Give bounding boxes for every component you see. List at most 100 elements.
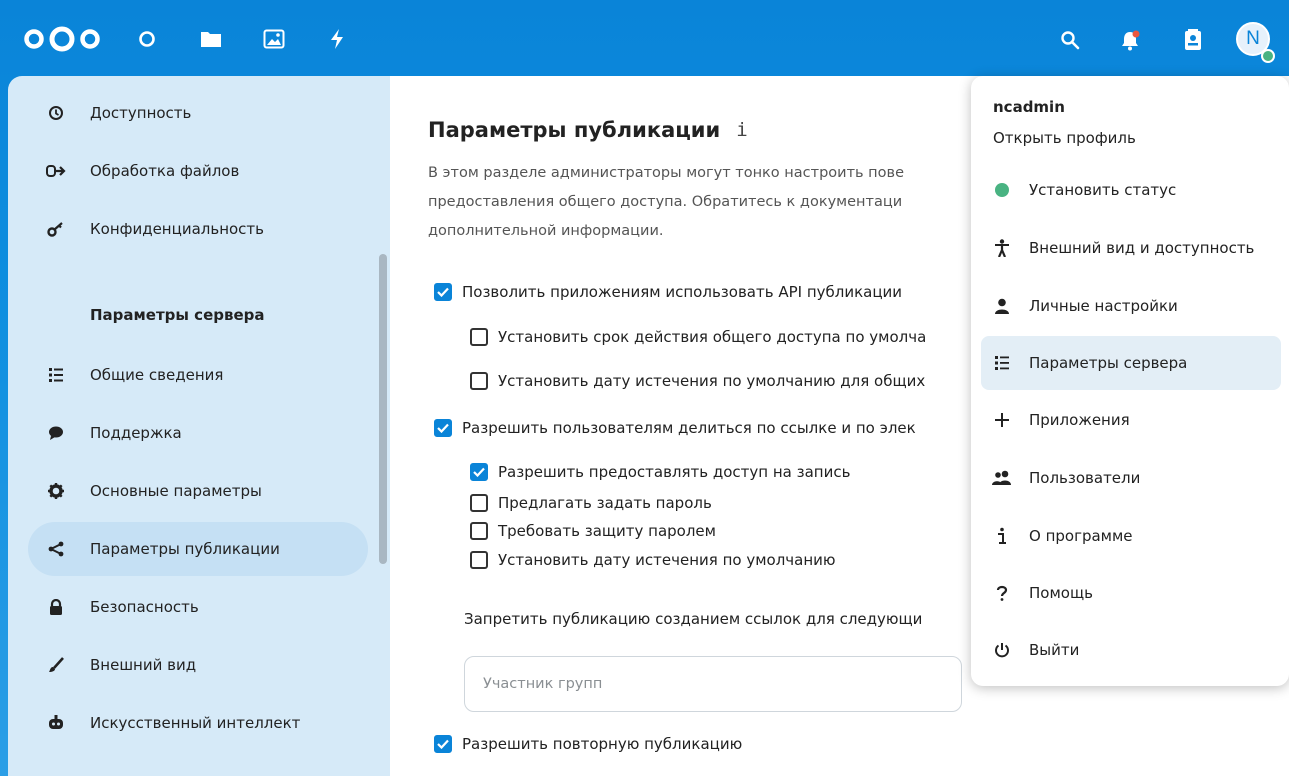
checkbox-unchecked-icon[interactable] [470, 372, 488, 390]
checkbox-default-expiry-remote[interactable]: Установить дату истечения по умолчанию д… [470, 372, 925, 390]
checkbox-checked-icon[interactable] [434, 735, 452, 753]
description-line: дополнительной информации. [428, 223, 664, 239]
sidebar-item-appearance[interactable]: Внешний вид [28, 638, 368, 692]
search-icon[interactable] [1058, 28, 1082, 52]
checkbox-label: Разрешить пользователям делиться по ссыл… [462, 419, 916, 437]
sidebar-item-label: Доступность [90, 104, 192, 122]
checkbox-default-expiry-share[interactable]: Установить срок действия общего доступа … [470, 328, 926, 346]
user-status-dot [1261, 49, 1275, 63]
checkbox-label: Разрешить предоставлять доступ на запись [498, 463, 851, 481]
sidebar-item-label: Безопасность [90, 598, 199, 616]
checkbox-label: Требовать защиту паролем [498, 522, 716, 540]
menu-item-logout[interactable]: Выйти [981, 623, 1281, 677]
accessibility-icon [987, 236, 1017, 260]
lock-icon [34, 595, 78, 619]
checkbox-unchecked-icon[interactable] [470, 328, 488, 346]
info-icon [987, 524, 1017, 548]
checkbox-allow-resharing[interactable]: Разрешить повторную публикацию [434, 735, 742, 753]
sidebar-item-accessibility[interactable]: Доступность [28, 86, 368, 140]
avatar-letter: N [1246, 28, 1260, 49]
description-line: В этом разделе администраторы могут тонк… [428, 165, 904, 181]
menu-item-label: Выйти [1029, 641, 1080, 659]
checkbox-allow-upload[interactable]: Разрешить предоставлять доступ на запись [470, 463, 850, 481]
robot-icon [34, 711, 78, 735]
gear-icon [34, 479, 78, 503]
list-icon [987, 351, 1017, 375]
open-profile-link[interactable]: Открыть профиль [993, 129, 1136, 147]
sidebar-item-overview[interactable]: Общие сведения [28, 348, 368, 402]
contacts-icon[interactable] [1181, 28, 1205, 52]
group-input-placeholder: Участник групп [483, 676, 603, 692]
checkbox-allow-links[interactable]: Разрешить пользователям делиться по ссыл… [434, 419, 916, 437]
page-description: В этом разделе администраторы могут тонк… [428, 159, 968, 246]
menu-item-label: Пользователи [1029, 469, 1141, 487]
menu-item-server-settings[interactable]: Параметры сервера [981, 336, 1281, 390]
page-title-text: Параметры публикации [428, 118, 721, 142]
photos-icon[interactable] [263, 28, 285, 50]
checkbox-suggest-password[interactable]: Предлагать задать пароль [470, 494, 712, 512]
sidebar-item-file-processing[interactable]: Обработка файлов [28, 144, 368, 198]
activity-icon[interactable] [326, 28, 348, 50]
menu-item-label: Параметры сервера [1029, 354, 1188, 372]
user-menu: ncadmin Открыть профиль Установить стату… [971, 76, 1289, 686]
sidebar-item-label: Поддержка [90, 424, 182, 442]
sidebar-item-support[interactable]: Поддержка [28, 406, 368, 460]
sidebar-item-label: Обработка файлов [90, 162, 240, 180]
checkbox-label: Установить дату истечения по умолчанию д… [498, 372, 926, 390]
sidebar-item-label: Искусственный интеллект [90, 714, 301, 732]
info-icon[interactable]: i [736, 119, 747, 141]
menu-username: ncadmin [993, 98, 1065, 116]
chat-icon [34, 421, 78, 445]
description-line: предоставления общего доступа. Обратитес… [428, 194, 903, 210]
sidebar-item-security[interactable]: Безопасность [28, 580, 368, 634]
key-icon [34, 217, 78, 241]
sidebar-item-label: Основные параметры [90, 482, 262, 500]
checkbox-allow-api[interactable]: Позволить приложениям использовать API п… [434, 283, 902, 301]
status-dot-icon [987, 178, 1017, 202]
menu-item-about[interactable]: О программе [981, 509, 1281, 563]
nextcloud-logo-icon[interactable] [22, 26, 102, 52]
sidebar-item-sharing[interactable]: Параметры публикации [28, 522, 368, 576]
checkbox-label: Предлагать задать пароль [498, 494, 712, 512]
sidebar-item-label: Конфиденциальность [90, 220, 265, 238]
checkbox-checked-icon[interactable] [434, 283, 452, 301]
menu-item-help[interactable]: Помощь [981, 566, 1281, 620]
menu-item-personal-settings[interactable]: Личные настройки [981, 279, 1281, 333]
menu-item-apps[interactable]: Приложения [981, 393, 1281, 447]
checkbox-label: Установить дату истечения по умолчанию [498, 551, 836, 569]
checkbox-checked-icon[interactable] [434, 419, 452, 437]
brush-icon [34, 653, 78, 677]
plus-icon [987, 408, 1017, 432]
sidebar-item-ai[interactable]: Искусственный интеллект [28, 696, 368, 750]
checkbox-checked-icon[interactable] [470, 463, 488, 481]
menu-item-set-status[interactable]: Установить статус [981, 163, 1281, 217]
user-icon [987, 294, 1017, 318]
sidebar-scrollbar[interactable] [379, 254, 387, 564]
notifications-icon[interactable] [1118, 28, 1142, 52]
dashboard-icon[interactable] [136, 28, 158, 50]
deny-groups-label: Запретить публикацию созданием ссылок дл… [464, 610, 923, 628]
list-icon [34, 363, 78, 387]
checkbox-unchecked-icon[interactable] [470, 551, 488, 569]
menu-item-label: Приложения [1029, 411, 1130, 429]
checkbox-unchecked-icon[interactable] [470, 522, 488, 540]
sidebar-item-basic-settings[interactable]: Основные параметры [28, 464, 368, 518]
menu-item-label: Внешний вид и доступность [1029, 239, 1255, 257]
checkbox-label: Установить срок действия общего доступа … [498, 328, 927, 346]
sidebar-section-title: Параметры сервера [90, 306, 265, 324]
sidebar-item-privacy[interactable]: Конфиденциальность [28, 202, 368, 256]
top-bar: N [0, 0, 1289, 76]
clock-icon [34, 101, 78, 125]
checkbox-label: Позволить приложениям использовать API п… [462, 283, 903, 301]
menu-item-label: О программе [1029, 527, 1133, 545]
checkbox-unchecked-icon[interactable] [470, 494, 488, 512]
group-member-input[interactable]: Участник групп [464, 656, 962, 712]
menu-item-appearance-accessibility[interactable]: Внешний вид и доступность [981, 221, 1281, 275]
page-title: Параметры публикации i [428, 118, 748, 142]
sidebar-item-label: Общие сведения [90, 366, 224, 384]
checkbox-default-expiry-links[interactable]: Установить дату истечения по умолчанию [470, 551, 836, 569]
menu-item-users[interactable]: Пользователи [981, 451, 1281, 505]
checkbox-enforce-password[interactable]: Требовать защиту паролем [470, 522, 716, 540]
menu-item-label: Помощь [1029, 584, 1093, 602]
files-icon[interactable] [200, 28, 222, 50]
